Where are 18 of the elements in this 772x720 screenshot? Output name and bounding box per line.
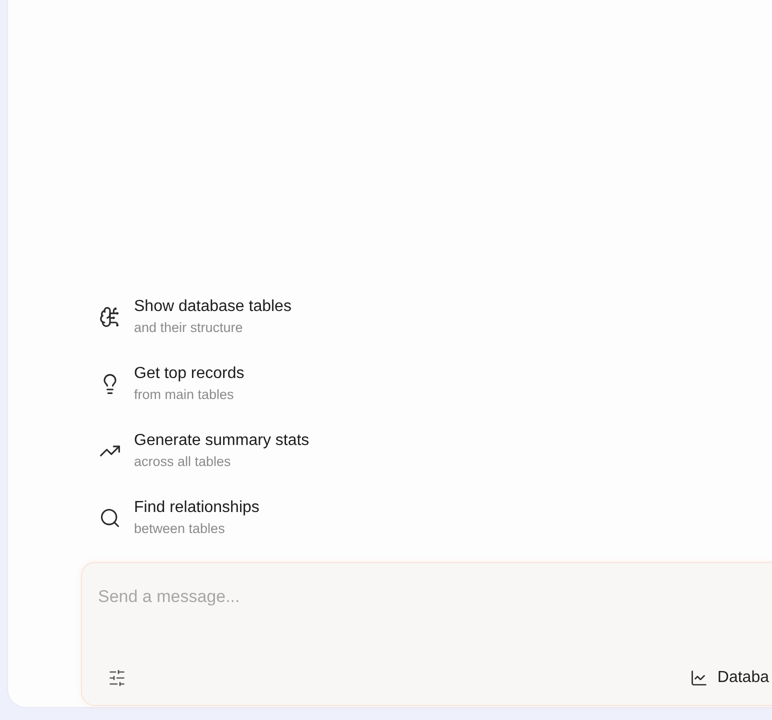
database-mode-button[interactable]: Databa xyxy=(686,665,769,691)
suggestion-subtitle: between tables xyxy=(134,520,226,538)
search-icon xyxy=(99,507,121,529)
suggestion-title: Find relationships xyxy=(134,498,260,518)
suggestion-item[interactable]: Find relationships between tables xyxy=(99,498,260,538)
brain-icon xyxy=(99,306,121,328)
suggestion-subtitle: and their structure xyxy=(134,319,244,337)
message-input[interactable]: Send a message... xyxy=(96,575,660,619)
suggestion-title: Get top records xyxy=(134,364,244,384)
suggestion-subtitle: across all tables xyxy=(134,453,232,471)
suggestion-item[interactable]: Get top records from main tables xyxy=(99,364,244,404)
line-chart-icon xyxy=(690,669,708,687)
suggestion-title: Show database tables xyxy=(134,297,292,317)
sliders-icon xyxy=(108,669,126,687)
suggestion-subtitle: from main tables xyxy=(134,386,235,404)
suggestion-item[interactable]: Generate summary stats across all tables xyxy=(99,431,310,471)
suggestion-item[interactable]: Show database tables and their structure xyxy=(99,297,292,337)
suggestion-title: Generate summary stats xyxy=(134,431,310,451)
